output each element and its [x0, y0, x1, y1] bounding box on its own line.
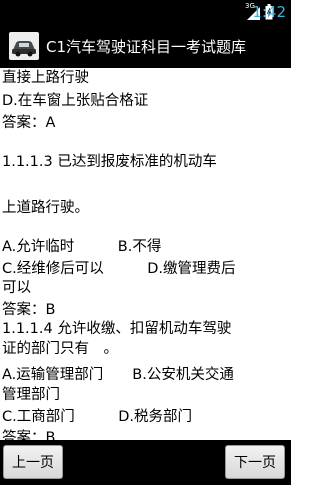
text-line: A.运输管理部门 B.公安机关交通	[2, 367, 234, 383]
text-line: 答案：A	[2, 115, 56, 131]
clock: 1:42	[252, 3, 286, 21]
text-line: A.允许临时 B.不得	[2, 239, 162, 255]
prev-page-button[interactable]: 上一页	[3, 445, 63, 479]
next-page-button[interactable]: 下一页	[225, 445, 285, 479]
question-text-area[interactable]: 直接上路行驶 D.在车窗上张贴合格证 答案：A 1.1.1.3 已达到报废标准的…	[0, 68, 291, 440]
text-line: D.在车窗上张贴合格证	[2, 93, 149, 109]
pagination-bar: 上一页 下一页	[0, 440, 291, 485]
car-icon	[9, 32, 39, 60]
app-bar: C1汽车驾驶证科目一考试题库	[0, 25, 291, 68]
text-line: 可以	[2, 280, 31, 296]
status-bar: 3G 1:42	[0, 0, 291, 25]
text-line: 1.1.1.3 已达到报废标准的机动车	[2, 154, 217, 170]
text-line: 1.1.1.4 允许收缴、扣留机动车驾驶	[2, 321, 232, 337]
text-line: 证的部门只有 。	[2, 341, 118, 357]
text-line: 直接上路行驶	[2, 70, 89, 86]
text-line: C.经维修后可以 D.缴管理费后	[2, 261, 236, 277]
text-line: 答案：B	[2, 430, 56, 440]
app-title: C1汽车驾驶证科目一考试题库	[46, 38, 247, 56]
text-line: 上道路行驶。	[2, 200, 89, 216]
text-line: C.工商部门 D.税务部门	[2, 409, 193, 425]
text-line: 答案：B	[2, 302, 56, 318]
text-line: 管理部门	[2, 387, 60, 403]
